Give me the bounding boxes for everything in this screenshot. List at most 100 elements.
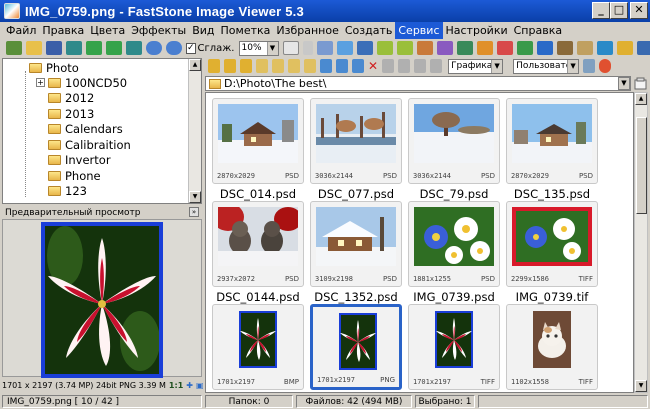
menu-item-7[interactable]: Создать [342,22,396,39]
new-folder-icon[interactable] [256,59,268,73]
tree-item[interactable]: 2013 [48,106,94,121]
path-history-icon[interactable] [634,77,647,90]
tree-item[interactable]: 2012 [48,91,94,106]
browser-scrollbar[interactable]: ▲ ▼ [634,92,648,393]
previous-image-icon[interactable] [86,41,102,55]
thumbnail[interactable]: 3109x2198 PSD [310,201,402,287]
thumbnail[interactable]: 2870x2029 PSD [212,98,304,184]
tiles-view-icon[interactable] [430,59,443,73]
thumbnail[interactable]: 2299x1586 TIFF [506,201,598,287]
tree-item[interactable]: Invertor [48,153,111,168]
folder-tree[interactable]: Photo +100NCD50 2012 2013 Calendars Calibrai… [2,58,202,204]
copy-to-icon[interactable] [288,59,300,73]
thumbnail[interactable]: 2937x2072 PSD [212,201,304,287]
menu-item-8[interactable]: Сервис [395,22,443,39]
move-to-icon[interactable] [304,59,316,73]
minimize-button[interactable]: _ [592,2,610,19]
app-icon[interactable] [4,3,20,19]
fullscreen-icon[interactable] [316,41,333,55]
close-button[interactable]: ✕ [630,2,648,19]
invert-icon[interactable] [352,59,364,73]
resize-icon[interactable] [436,41,453,55]
scroll-up-icon[interactable]: ▲ [189,59,201,71]
deselect-icon[interactable] [336,59,348,73]
scroll-down-icon[interactable]: ▼ [635,380,647,392]
collapse-icon[interactable]: » [189,207,199,217]
tree-item-photo[interactable]: Photo [29,60,79,75]
path-input[interactable]: D:\Photo\The best\ [205,76,631,91]
thumbnail[interactable]: 3036x2144 PSD [408,98,500,184]
thumbnail-size-icon[interactable] [636,41,650,55]
open-folder-icon[interactable] [26,41,42,55]
filter-select[interactable]: Графика ▼ [448,58,504,74]
sort-select[interactable]: Пользовател ▼ [513,58,580,74]
thumbnail[interactable]: 3036x2144 PSD [310,98,402,184]
email-icon[interactable] [456,41,473,55]
hand-menu-icon[interactable] [302,41,313,55]
list-view-icon[interactable] [398,59,411,73]
flip-icon[interactable] [496,41,513,55]
draw-icon[interactable] [556,41,573,55]
menu-item-0[interactable]: Файл [3,22,39,39]
menu-item-4[interactable]: Вид [189,22,217,39]
tree-item[interactable]: Calibraition [48,137,131,152]
thumbnail[interactable]: 2870x2029 PSD [506,98,598,184]
details-view-icon[interactable] [414,59,427,73]
settings-icon[interactable] [476,41,493,55]
first-image-icon[interactable] [66,41,82,55]
save-icon[interactable] [46,41,62,55]
scroll-down-icon[interactable]: ▼ [189,191,201,203]
sort-order-icon[interactable] [583,59,596,73]
slideshow-icon[interactable] [336,41,353,55]
menu-item-9[interactable]: Настройки [443,22,511,39]
forward-icon[interactable] [224,59,236,73]
maximize-button[interactable]: □ [610,2,628,19]
thumbnail[interactable]: 1881x1255 PSD [408,201,500,287]
select-all-icon[interactable] [320,59,332,73]
print-icon[interactable] [596,41,613,55]
preview-pane[interactable] [2,219,202,378]
menu-item-5[interactable]: Пометка [218,22,274,39]
thumbnails-view-icon[interactable] [382,59,395,73]
menu-item-1[interactable]: Правка [39,22,87,39]
tree-item[interactable]: Calendars [48,122,123,137]
zoom-out-icon[interactable] [166,41,182,55]
thumbnail[interactable]: 1701x2197 PNG [310,304,402,390]
zoom-select[interactable]: 10% ▼ [238,40,279,56]
expand-icon[interactable]: + [36,78,45,87]
thumbnail[interactable]: 1701x2197 BMP [212,304,304,390]
compare-icon[interactable] [356,41,373,55]
menu-item-3[interactable]: Эффекты [128,22,189,39]
tree-item[interactable]: Phone [48,168,101,183]
back-icon[interactable] [208,59,220,73]
hand-tool-icon[interactable] [282,41,299,55]
camera-icon[interactable] [6,41,22,55]
stop-icon[interactable] [599,59,612,73]
crop-icon[interactable] [416,41,433,55]
zoom-in-icon[interactable]: ✚ [186,381,193,390]
refresh-icon[interactable] [516,41,533,55]
path-dropdown-icon[interactable]: ▼ [618,77,630,90]
next-image-icon[interactable] [106,41,122,55]
thumbnail[interactable]: 1102x1558 TIFF [506,304,598,390]
scanner-icon[interactable] [576,41,593,55]
ratio-button[interactable]: 1:1 [169,381,183,390]
menu-item-2[interactable]: Цвета [87,22,128,39]
tree-item[interactable]: 123 [48,184,87,199]
rotate-left-icon[interactable] [376,41,393,55]
zoom-in-icon[interactable] [146,41,162,55]
browse-icon[interactable] [616,41,633,55]
frames-icon[interactable] [536,41,553,55]
last-image-icon[interactable] [126,41,142,55]
menu-item-10[interactable]: Справка [511,22,565,39]
delete-icon[interactable]: ✕ [368,59,378,73]
rotate-right-icon[interactable] [396,41,413,55]
tree-item[interactable]: +100NCD50 [36,75,127,90]
thumbnail-browser[interactable]: 2870x2029 PSD DSC_014.psd 3036x2144 PSD DSC_0… [205,92,634,393]
smooth-checkbox[interactable]: ✓ [186,42,196,54]
thumbnail[interactable]: 1701x2197 TIFF [408,304,500,390]
favorites-icon[interactable] [272,59,284,73]
fit-icon[interactable]: ▣ [196,381,204,390]
scroll-up-icon[interactable]: ▲ [635,93,647,105]
up-folder-icon[interactable] [240,59,252,73]
